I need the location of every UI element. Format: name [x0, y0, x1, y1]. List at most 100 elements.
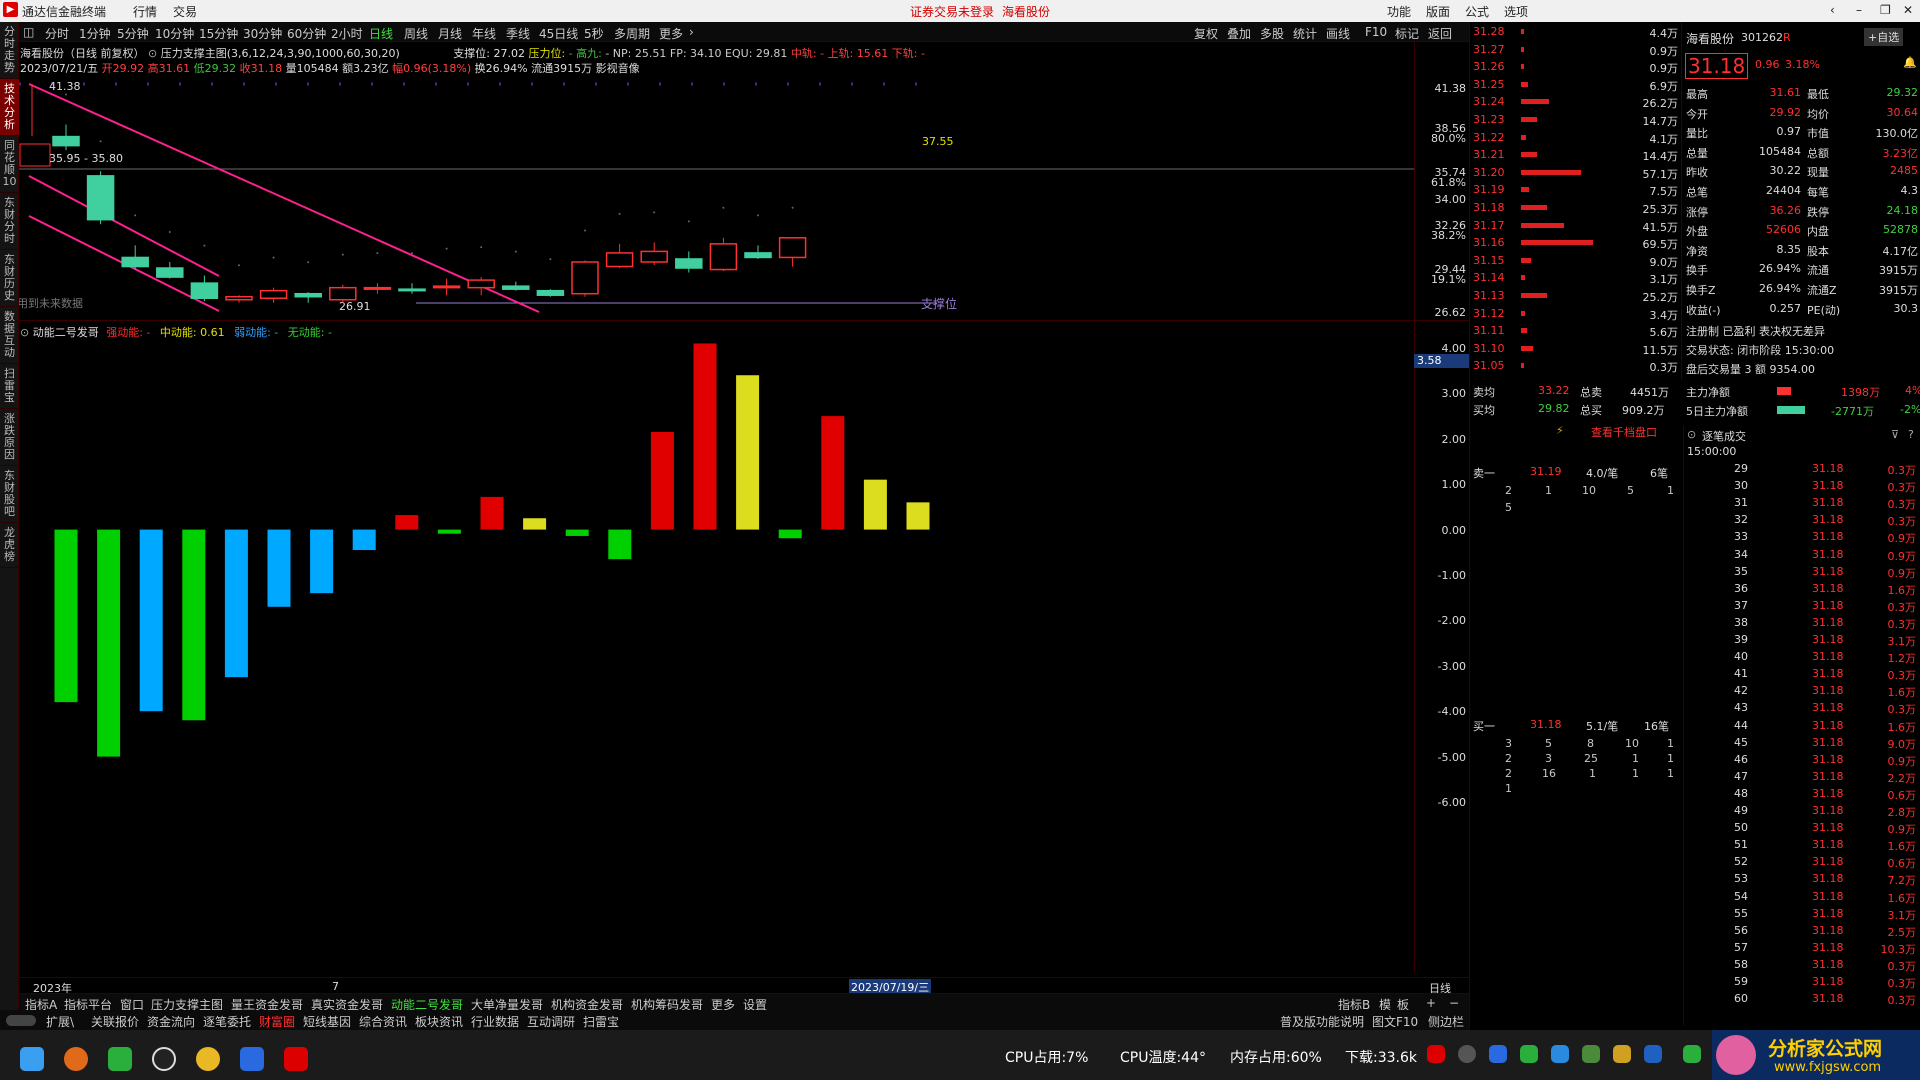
- ticks-settings-icon[interactable]: ⊙: [1687, 428, 1696, 441]
- qq-icon[interactable]: [152, 1047, 176, 1071]
- layout-icon[interactable]: ◫: [23, 25, 34, 39]
- tray-network-icon[interactable]: [1582, 1045, 1600, 1063]
- help-icon[interactable]: ?: [1908, 428, 1914, 441]
- menu-options[interactable]: 选项: [1504, 3, 1528, 20]
- close-icon[interactable]: ✕: [1903, 3, 1913, 17]
- ladder-row[interactable]: 31.10 11.5万: [1470, 341, 1682, 357]
- indicator-chart[interactable]: [19, 340, 1414, 970]
- ladder-row[interactable]: 31.24 26.2万: [1470, 94, 1682, 110]
- chrome-icon[interactable]: [196, 1047, 220, 1071]
- toolbar-button[interactable]: 标记: [1395, 25, 1419, 42]
- tray-app-icon[interactable]: [1427, 1045, 1445, 1063]
- add-watchlist-button[interactable]: +自选: [1864, 28, 1904, 46]
- left-nav-item[interactable]: 东财分时: [0, 193, 19, 250]
- view-thousand-orders-button[interactable]: 查看千档盘口: [1591, 424, 1657, 440]
- left-nav-item[interactable]: 东财股吧: [0, 466, 19, 523]
- bottom-tab[interactable]: 扫雷宝: [583, 1013, 619, 1030]
- menu-function[interactable]: 功能: [1387, 3, 1411, 20]
- restore-icon[interactable]: ❐: [1880, 3, 1891, 17]
- bottom-tab[interactable]: 图文F10: [1372, 1013, 1418, 1030]
- tray-wechat-icon[interactable]: [1520, 1045, 1538, 1063]
- menu-market[interactable]: 行情: [133, 3, 157, 20]
- tray-green-icon[interactable]: [1683, 1045, 1701, 1063]
- kline-chart[interactable]: 41.38 35.95 - 35.80 37.55 26.91 支撑位 用到未来…: [19, 76, 1414, 321]
- ladder-row[interactable]: 31.17 41.5万: [1470, 218, 1682, 234]
- indicator-settings-icon[interactable]: ⊙: [20, 326, 29, 339]
- bottom-tab[interactable]: 行业数据: [471, 1013, 519, 1030]
- toolbar-button[interactable]: 画线: [1326, 25, 1350, 42]
- remove-tab-button[interactable]: −: [1449, 996, 1459, 1010]
- back-arrow-icon[interactable]: ‹: [1830, 3, 1835, 17]
- bottom-tab[interactable]: 板块资讯: [415, 1013, 463, 1030]
- bottom-tab-active[interactable]: 财富圈: [259, 1013, 295, 1030]
- left-nav-item[interactable]: 分时走势: [0, 22, 19, 79]
- tdx-active-icon[interactable]: [284, 1047, 308, 1071]
- toolbar-button[interactable]: 叠加: [1227, 25, 1251, 42]
- period-tab[interactable]: 分时: [45, 25, 69, 42]
- left-nav-item[interactable]: 涨跌原因: [0, 409, 19, 466]
- bottom-tab[interactable]: 侧边栏: [1428, 1013, 1464, 1030]
- ladder-row[interactable]: 31.14 3.1万: [1470, 270, 1682, 286]
- bottom-tab[interactable]: 短线基因: [303, 1013, 351, 1030]
- ladder-row[interactable]: 31.15 9.0万: [1470, 253, 1682, 269]
- add-tab-button[interactable]: +: [1426, 996, 1436, 1010]
- period-tab-active[interactable]: 日线: [369, 25, 393, 42]
- minimize-icon[interactable]: –: [1856, 3, 1862, 17]
- tray-monitor-icon[interactable]: [1551, 1045, 1569, 1063]
- period-tab[interactable]: 季线: [506, 25, 530, 42]
- bottom-tab[interactable]: 逐笔委托: [203, 1013, 251, 1030]
- toolbar-button[interactable]: 统计: [1293, 25, 1317, 42]
- left-nav-item[interactable]: 扫雷宝: [0, 364, 19, 409]
- left-nav-item[interactable]: 数据互动: [0, 307, 19, 364]
- left-nav-item[interactable]: 同花顺10: [0, 136, 19, 193]
- period-tab[interactable]: 2小时: [331, 25, 363, 42]
- ladder-row[interactable]: 31.25 6.9万: [1470, 77, 1682, 93]
- ladder-row[interactable]: 31.11 5.6万: [1470, 323, 1682, 339]
- formula-name[interactable]: 压力支撑主图(3,6,12,24,3,90,1000,60,30,20): [161, 47, 400, 60]
- period-tab[interactable]: 1分钟: [79, 25, 111, 42]
- tray-qq-icon[interactable]: [1458, 1045, 1476, 1063]
- ladder-row[interactable]: 31.21 14.4万: [1470, 147, 1682, 163]
- toolbar-button[interactable]: F10: [1365, 25, 1387, 39]
- period-tab[interactable]: 周线: [404, 25, 428, 42]
- menu-layout[interactable]: 版面: [1426, 3, 1450, 20]
- indicator-name[interactable]: 动能二号发哥: [33, 326, 99, 339]
- tdx-app-icon[interactable]: [240, 1047, 264, 1071]
- ladder-row[interactable]: 31.05 0.3万: [1470, 358, 1682, 374]
- ladder-row[interactable]: 31.26 0.9万: [1470, 59, 1682, 75]
- bottom-tab[interactable]: 互动调研: [527, 1013, 575, 1030]
- chevron-right-icon[interactable]: ›: [689, 25, 694, 39]
- ladder-row[interactable]: 31.16 69.5万: [1470, 235, 1682, 251]
- bell-icon[interactable]: 🔔: [1903, 56, 1917, 69]
- period-tab[interactable]: 10分钟: [155, 25, 194, 42]
- bottom-tab[interactable]: 综合资讯: [359, 1013, 407, 1030]
- tray-bluetooth-icon[interactable]: [1644, 1045, 1662, 1063]
- ladder-row[interactable]: 31.28 4.4万: [1470, 24, 1682, 40]
- windows-start-icon[interactable]: [20, 1047, 44, 1071]
- period-tab[interactable]: 月线: [438, 25, 462, 42]
- ladder-row[interactable]: 31.23 14.7万: [1470, 112, 1682, 128]
- period-tab[interactable]: 5分钟: [117, 25, 149, 42]
- period-tab[interactable]: 多周期: [614, 25, 650, 42]
- period-tab[interactable]: 5秒: [584, 25, 604, 42]
- period-tab[interactable]: 年线: [472, 25, 496, 42]
- ladder-row[interactable]: 31.12 3.4万: [1470, 306, 1682, 322]
- bottom-tab[interactable]: 关联报价: [91, 1013, 139, 1030]
- toolbar-button[interactable]: 多股: [1260, 25, 1284, 42]
- toolbar-button[interactable]: 复权: [1194, 25, 1218, 42]
- wechat-icon[interactable]: [108, 1047, 132, 1071]
- bottom-tab[interactable]: 扩展\: [46, 1013, 74, 1030]
- ladder-row[interactable]: 31.22 4.1万: [1470, 130, 1682, 146]
- ladder-row[interactable]: 31.13 25.2万: [1470, 288, 1682, 304]
- period-tab[interactable]: 15分钟: [199, 25, 238, 42]
- tray-tdx-icon[interactable]: [1489, 1045, 1507, 1063]
- menu-formula[interactable]: 公式: [1465, 3, 1489, 20]
- toggle-switch[interactable]: [6, 1015, 36, 1026]
- left-nav-item[interactable]: 东财历史: [0, 250, 19, 307]
- left-nav-item[interactable]: 龙虎榜: [0, 523, 19, 568]
- period-tab[interactable]: 30分钟: [243, 25, 282, 42]
- bottom-tab[interactable]: 普及版功能说明: [1280, 1013, 1364, 1030]
- period-tab[interactable]: 60分钟: [287, 25, 326, 42]
- ladder-row[interactable]: 31.18 25.3万: [1470, 200, 1682, 216]
- ladder-row[interactable]: 31.20 57.1万: [1470, 165, 1682, 181]
